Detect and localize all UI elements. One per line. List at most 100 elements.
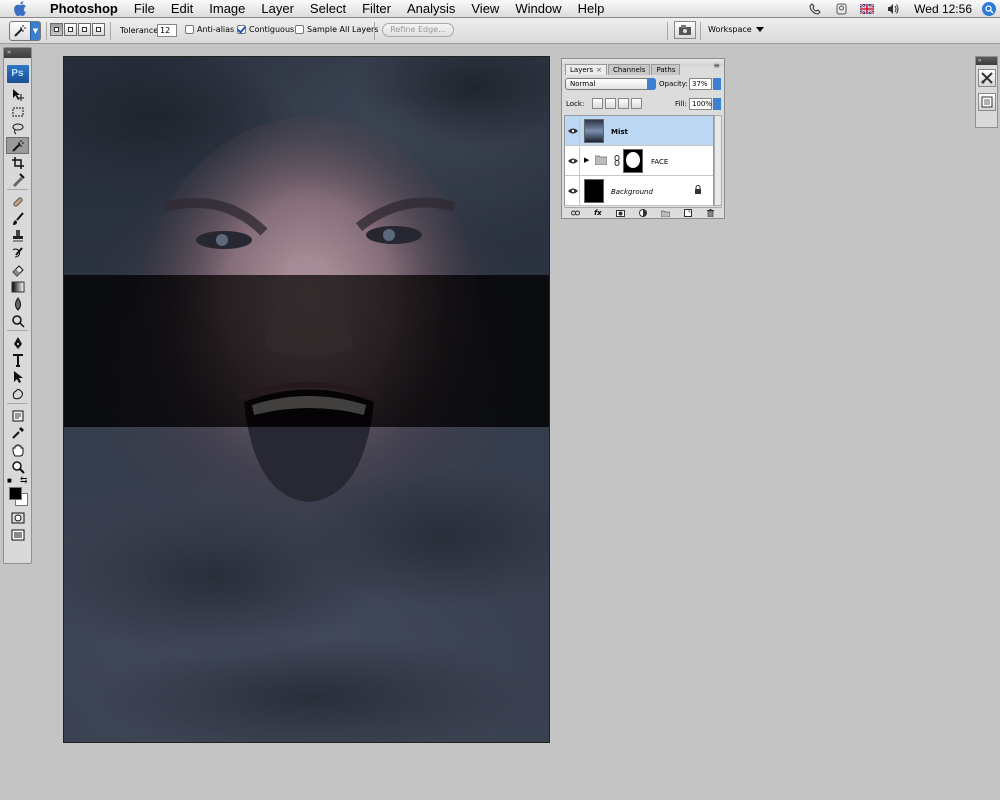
menu-file[interactable]: File (126, 0, 163, 18)
lasso-tool[interactable] (6, 120, 29, 137)
layer-style-fx-icon[interactable]: fx (593, 209, 602, 217)
eye-icon[interactable] (566, 176, 580, 205)
arrow-pointer-icon (13, 370, 23, 383)
tools-panel-collapse-handle[interactable]: » (4, 48, 31, 58)
menu-select[interactable]: Select (302, 0, 354, 18)
type-tool[interactable] (6, 351, 29, 368)
clone-stamp-tool[interactable] (6, 227, 29, 244)
lock-position-button[interactable] (618, 98, 629, 109)
layer-row-face[interactable]: ▶ FACE (565, 146, 713, 176)
eyedropper-slice-tool[interactable] (6, 171, 29, 188)
magic-wand-tool[interactable] (6, 137, 29, 154)
magnifier-icon (11, 460, 25, 474)
expand-triangle-icon[interactable]: ▶ (584, 156, 589, 164)
tab-layers[interactable]: Layers × (565, 64, 608, 75)
dodge-tool[interactable] (6, 312, 29, 329)
menubar-clock[interactable]: Wed 12:56 (914, 2, 972, 16)
tolerance-input[interactable]: 12 (157, 24, 177, 37)
menu-app-photoshop[interactable]: Photoshop (42, 0, 126, 18)
photoshop-logo[interactable]: Ps (6, 65, 29, 83)
eyedropper-tool[interactable] (6, 424, 29, 441)
crop-tool[interactable] (6, 154, 29, 171)
apple-menu-icon[interactable] (14, 1, 28, 16)
menu-view[interactable]: View (463, 0, 507, 18)
sample-all-layers-checkbox[interactable]: Sample All Layers (295, 25, 378, 34)
sync-icon[interactable] (834, 2, 848, 16)
menu-help[interactable]: Help (570, 0, 613, 18)
hand-tool[interactable] (6, 441, 29, 458)
workspace-menu[interactable]: Workspace (708, 25, 764, 34)
add-mask-icon[interactable] (615, 209, 625, 217)
notes-tool[interactable] (6, 407, 29, 424)
lock-all-button[interactable] (631, 98, 642, 109)
contiguous-checkbox[interactable]: Contiguous (237, 25, 294, 34)
palette-menu-icon[interactable]: ≡ (713, 61, 720, 70)
tab-paths[interactable]: Paths (651, 64, 681, 75)
default-colors-icon[interactable]: ■ (7, 476, 12, 485)
eraser-tool[interactable] (6, 261, 29, 278)
custom-shape-tool[interactable] (6, 385, 29, 402)
sample-all-layers-checkbox-box[interactable] (295, 25, 304, 34)
move-tool[interactable] (6, 86, 29, 103)
close-icon[interactable]: × (596, 66, 602, 74)
lock-transparent-pixels-button[interactable] (592, 98, 603, 109)
history-brush-tool[interactable] (6, 244, 29, 261)
spotlight-search-icon[interactable] (982, 2, 996, 16)
foreground-color-swatch[interactable] (9, 487, 22, 500)
zoom-tool[interactable] (6, 458, 29, 475)
input-flag-uk-icon[interactable] (860, 2, 875, 16)
adjustment-layer-icon[interactable] (638, 209, 647, 217)
menu-edit[interactable]: Edit (163, 0, 201, 18)
fill-slider-button[interactable] (713, 98, 721, 110)
menu-image[interactable]: Image (201, 0, 253, 18)
tool-presets-dock-button[interactable] (977, 69, 996, 87)
lock-image-pixels-button[interactable] (605, 98, 616, 109)
layer-list-scrollbar[interactable] (714, 115, 722, 206)
mask-link-icon[interactable] (614, 155, 620, 168)
marquee-tool[interactable] (6, 103, 29, 120)
menu-layer[interactable]: Layer (253, 0, 302, 18)
layer-row-background[interactable]: Background (565, 176, 713, 206)
navigator-dock-button[interactable] (977, 93, 996, 111)
intersect-selection-button[interactable] (92, 23, 105, 36)
swap-colors-icon[interactable]: ⇆ (20, 475, 28, 486)
opacity-slider-button[interactable] (713, 78, 721, 90)
dock-expand-handle[interactable]: « (976, 57, 997, 65)
blend-mode-select[interactable]: Normal (565, 78, 656, 90)
fill-input[interactable]: 100% (689, 98, 712, 110)
bridge-button[interactable] (674, 21, 696, 39)
layer-row-mist[interactable]: Mist (565, 116, 713, 146)
tool-preset-picker[interactable]: ▼ (9, 21, 41, 41)
eye-icon[interactable] (566, 116, 580, 145)
pen-tool[interactable] (6, 334, 29, 351)
phone-icon[interactable] (808, 2, 822, 16)
eye-icon[interactable] (566, 146, 580, 175)
brush-tool[interactable] (6, 210, 29, 227)
quick-mask-button[interactable] (6, 509, 29, 526)
contiguous-checkbox-box[interactable] (237, 25, 246, 34)
new-group-icon[interactable] (661, 209, 671, 217)
add-to-selection-button[interactable] (64, 23, 77, 36)
healing-brush-tool[interactable] (6, 193, 29, 210)
tab-channels[interactable]: Channels (608, 64, 651, 75)
menu-filter[interactable]: Filter (354, 0, 399, 18)
blur-tool[interactable] (6, 295, 29, 312)
anti-alias-checkbox[interactable]: Anti-alias (185, 25, 234, 34)
subtract-from-selection-button[interactable] (78, 23, 91, 36)
gradient-tool[interactable] (6, 278, 29, 295)
screen-mode-button[interactable] (6, 526, 29, 543)
opacity-input[interactable]: 37% (689, 78, 712, 90)
path-selection-tool[interactable] (6, 368, 29, 385)
new-selection-button[interactable] (50, 23, 63, 36)
refine-edge-button[interactable]: Refine Edge... (382, 23, 454, 37)
trash-icon[interactable] (706, 209, 715, 217)
new-layer-icon[interactable] (684, 209, 693, 217)
menu-window[interactable]: Window (507, 0, 569, 18)
document-canvas[interactable] (63, 56, 550, 743)
layer-mask-thumbnail[interactable] (623, 149, 643, 173)
link-layers-icon[interactable] (570, 209, 580, 217)
contiguous-label: Contiguous (249, 25, 295, 34)
menu-analysis[interactable]: Analysis (399, 0, 463, 18)
volume-icon[interactable] (886, 2, 900, 16)
anti-alias-checkbox-box[interactable] (185, 25, 194, 34)
